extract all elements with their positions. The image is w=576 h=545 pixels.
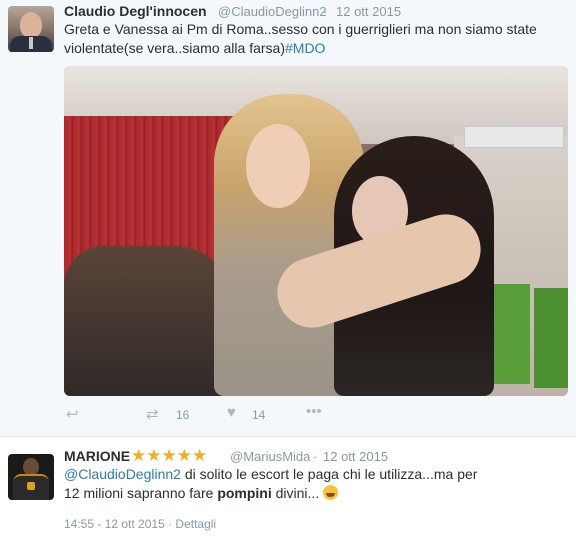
heart-icon[interactable]: ♥ (227, 404, 236, 421)
mention-link[interactable]: @ClaudioDeglinn2 (64, 466, 181, 482)
date-separator: · (323, 4, 328, 19)
like-count: 14 (252, 408, 266, 422)
retweet-count: 16 (176, 408, 190, 422)
tweet-original: Claudio Degl'innocen @ClaudioDeglinn2 · … (0, 0, 576, 437)
author-name[interactable]: MARIONE (64, 448, 130, 464)
star-emoji-icons: ★★★★★ (131, 446, 208, 465)
tweet-photo[interactable] (64, 66, 568, 396)
tweet-reply: MARIONE ★★★★★ @MariusMida · 12 ott 2015 … (0, 437, 576, 545)
tweet-date[interactable]: 12 ott 2015 (336, 4, 401, 19)
retweet-icon[interactable]: ⇄ (146, 405, 159, 423)
author-name[interactable]: Claudio Degl'innocen (64, 3, 207, 19)
author-handle[interactable]: @MariusMida (230, 449, 310, 464)
avatar[interactable] (8, 454, 54, 500)
tweet-text: @ClaudioDeglinn2 di solito le escort le … (64, 465, 494, 503)
tweet-footer[interactable]: 14:55 - 12 ott 2015 · Dettagli (64, 517, 216, 531)
more-icon[interactable]: ••• (306, 403, 322, 420)
date-separator: · (313, 449, 318, 464)
avatar[interactable] (8, 6, 54, 52)
reply-icon[interactable]: ↩ (66, 405, 79, 423)
hashtag-link[interactable]: #MDO (285, 40, 325, 56)
tweet-text-end: divini... (271, 485, 320, 501)
author-handle[interactable]: @ClaudioDeglinn2 (218, 4, 327, 19)
tweet-date[interactable]: 12 ott 2015 (323, 449, 388, 464)
tweet-text: Greta e Vanessa ai Pm di Roma..sesso con… (64, 20, 564, 58)
tweet-text-bold: pompini (217, 485, 272, 501)
laughing-emoji-icon (323, 485, 339, 500)
